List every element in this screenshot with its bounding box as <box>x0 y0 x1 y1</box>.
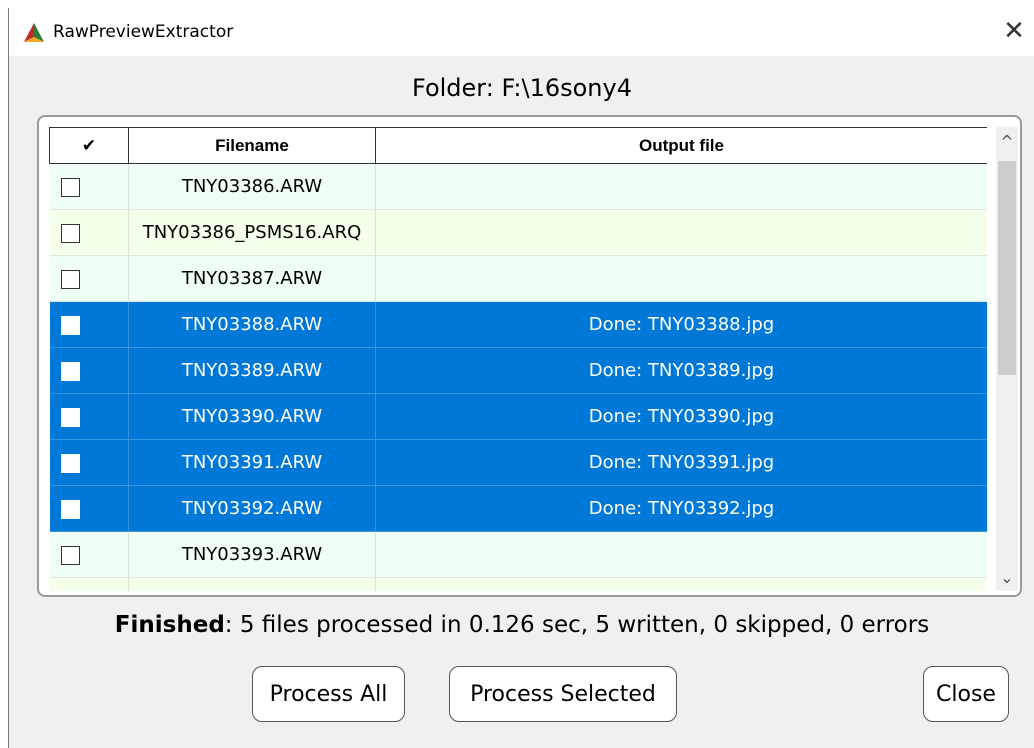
output-file-cell <box>375 577 987 591</box>
file-table-viewport: ✔ Filename Output file TNY03386.ARW TNY03… <box>49 127 987 591</box>
process-all-button[interactable]: Process All <box>252 666 405 722</box>
row-checkbox[interactable] <box>61 545 81 565</box>
status-text: : 5 files processed in 0.126 sec, 5 writ… <box>224 612 930 638</box>
row-checkbox[interactable] <box>61 453 81 473</box>
table-row[interactable]: TNY03386_PSMS16.ARQ <box>49 209 987 256</box>
status-bold: Finished <box>114 612 225 638</box>
file-table: ✔ Filename Output file TNY03386.ARW TNY03… <box>49 127 987 591</box>
filename-cell: TNY03391.ARW <box>128 439 376 486</box>
row-checkbox-cell <box>49 163 129 210</box>
filename-cell: TNY03387.ARW <box>128 255 376 302</box>
filename-cell: TNY03390.ARW <box>128 393 376 440</box>
file-table-body: TNY03386.ARW TNY03386_PSMS16.ARQ TNY03387.… <box>49 163 987 591</box>
output-file-cell: Done: TNY03389.jpg <box>375 347 987 394</box>
table-row[interactable]: TNY03387.ARW <box>49 255 987 302</box>
row-checkbox-cell <box>49 301 129 348</box>
filename-cell <box>128 577 376 591</box>
row-checkbox-cell <box>49 531 129 578</box>
close-button[interactable]: Close <box>923 666 1009 722</box>
app-triangle-icon <box>24 23 44 42</box>
table-row[interactable]: TNY03390.ARW Done: TNY03390.jpg <box>49 393 987 440</box>
output-file-cell: Done: TNY03392.jpg <box>375 485 987 532</box>
process-selected-button[interactable]: Process Selected <box>449 666 677 722</box>
row-checkbox[interactable] <box>61 269 81 289</box>
output-file-cell: Done: TNY03388.jpg <box>375 301 987 348</box>
column-header-output[interactable]: Output file <box>375 127 987 164</box>
filename-cell: TNY03386_PSMS16.ARQ <box>128 209 376 256</box>
output-file-cell <box>375 209 987 256</box>
scroll-thumb[interactable] <box>998 161 1016 375</box>
output-file-cell: Done: TNY03391.jpg <box>375 439 987 486</box>
row-checkbox[interactable] <box>61 223 81 243</box>
column-header-check[interactable]: ✔ <box>49 127 129 164</box>
app-window: RawPreviewExtractor ✕ Folder: F:\16sony4… <box>8 8 1034 748</box>
row-checkbox-cell <box>49 209 129 256</box>
filename-cell: TNY03392.ARW <box>128 485 376 532</box>
row-checkbox[interactable] <box>61 177 81 197</box>
row-checkbox-cell <box>49 347 129 394</box>
row-checkbox[interactable] <box>61 315 81 335</box>
table-row[interactable]: TNY03391.ARW Done: TNY03391.jpg <box>49 439 987 486</box>
row-checkbox-cell <box>49 577 129 591</box>
window-close-button[interactable]: ✕ <box>999 16 1029 46</box>
filename-cell: TNY03386.ARW <box>128 163 376 210</box>
row-checkbox-cell <box>49 485 129 532</box>
scroll-down-icon[interactable]: ⌄ <box>996 567 1018 589</box>
table-row[interactable] <box>49 577 987 591</box>
table-row[interactable]: TNY03392.ARW Done: TNY03392.jpg <box>49 485 987 532</box>
row-checkbox-cell <box>49 439 129 486</box>
folder-label: Folder: F:\16sony4 <box>412 74 632 102</box>
vertical-scrollbar[interactable]: ^ ⌄ <box>996 127 1018 591</box>
window-title: RawPreviewExtractor <box>53 22 234 42</box>
filename-cell: TNY03393.ARW <box>128 531 376 578</box>
table-row[interactable]: TNY03386.ARW <box>49 163 987 210</box>
scroll-up-icon[interactable]: ^ <box>996 131 1018 153</box>
table-row[interactable]: TNY03389.ARW Done: TNY03389.jpg <box>49 347 987 394</box>
row-checkbox-cell <box>49 393 129 440</box>
title-bar[interactable]: RawPreviewExtractor ✕ <box>9 8 1034 56</box>
file-table-frame: ✔ Filename Output file TNY03386.ARW TNY03… <box>37 115 1022 597</box>
output-file-cell <box>375 163 987 210</box>
row-checkbox-cell <box>49 255 129 302</box>
row-checkbox[interactable] <box>61 407 81 427</box>
table-row[interactable]: TNY03388.ARW Done: TNY03388.jpg <box>49 301 987 348</box>
filename-cell: TNY03389.ARW <box>128 347 376 394</box>
table-row[interactable]: TNY03393.ARW <box>49 531 987 578</box>
status-message: Finished: 5 files processed in 0.126 sec… <box>9 612 1034 638</box>
output-file-cell <box>375 255 987 302</box>
output-file-cell: Done: TNY03390.jpg <box>375 393 987 440</box>
output-file-cell <box>375 531 987 578</box>
row-checkbox[interactable] <box>61 499 81 519</box>
row-checkbox[interactable] <box>61 361 81 381</box>
filename-cell: TNY03388.ARW <box>128 301 376 348</box>
column-header-filename[interactable]: Filename <box>128 127 376 164</box>
